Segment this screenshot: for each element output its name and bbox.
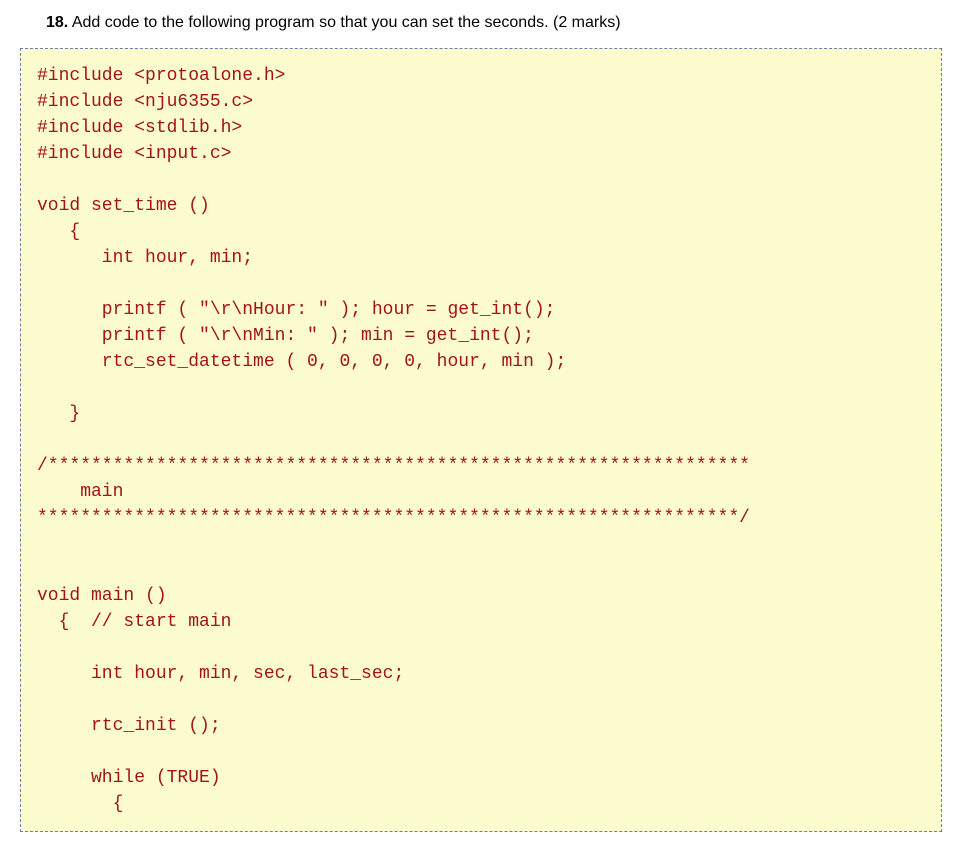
question-line: 18. Add code to the following program so… <box>46 12 916 34</box>
question-number: 18. <box>46 14 68 31</box>
code-content: #include <protoalone.h> #include <nju635… <box>37 66 750 814</box>
page: 18. Add code to the following program so… <box>0 0 962 842</box>
question-text: Add code to the following program so tha… <box>72 14 621 31</box>
code-box: #include <protoalone.h> #include <nju635… <box>20 48 942 832</box>
